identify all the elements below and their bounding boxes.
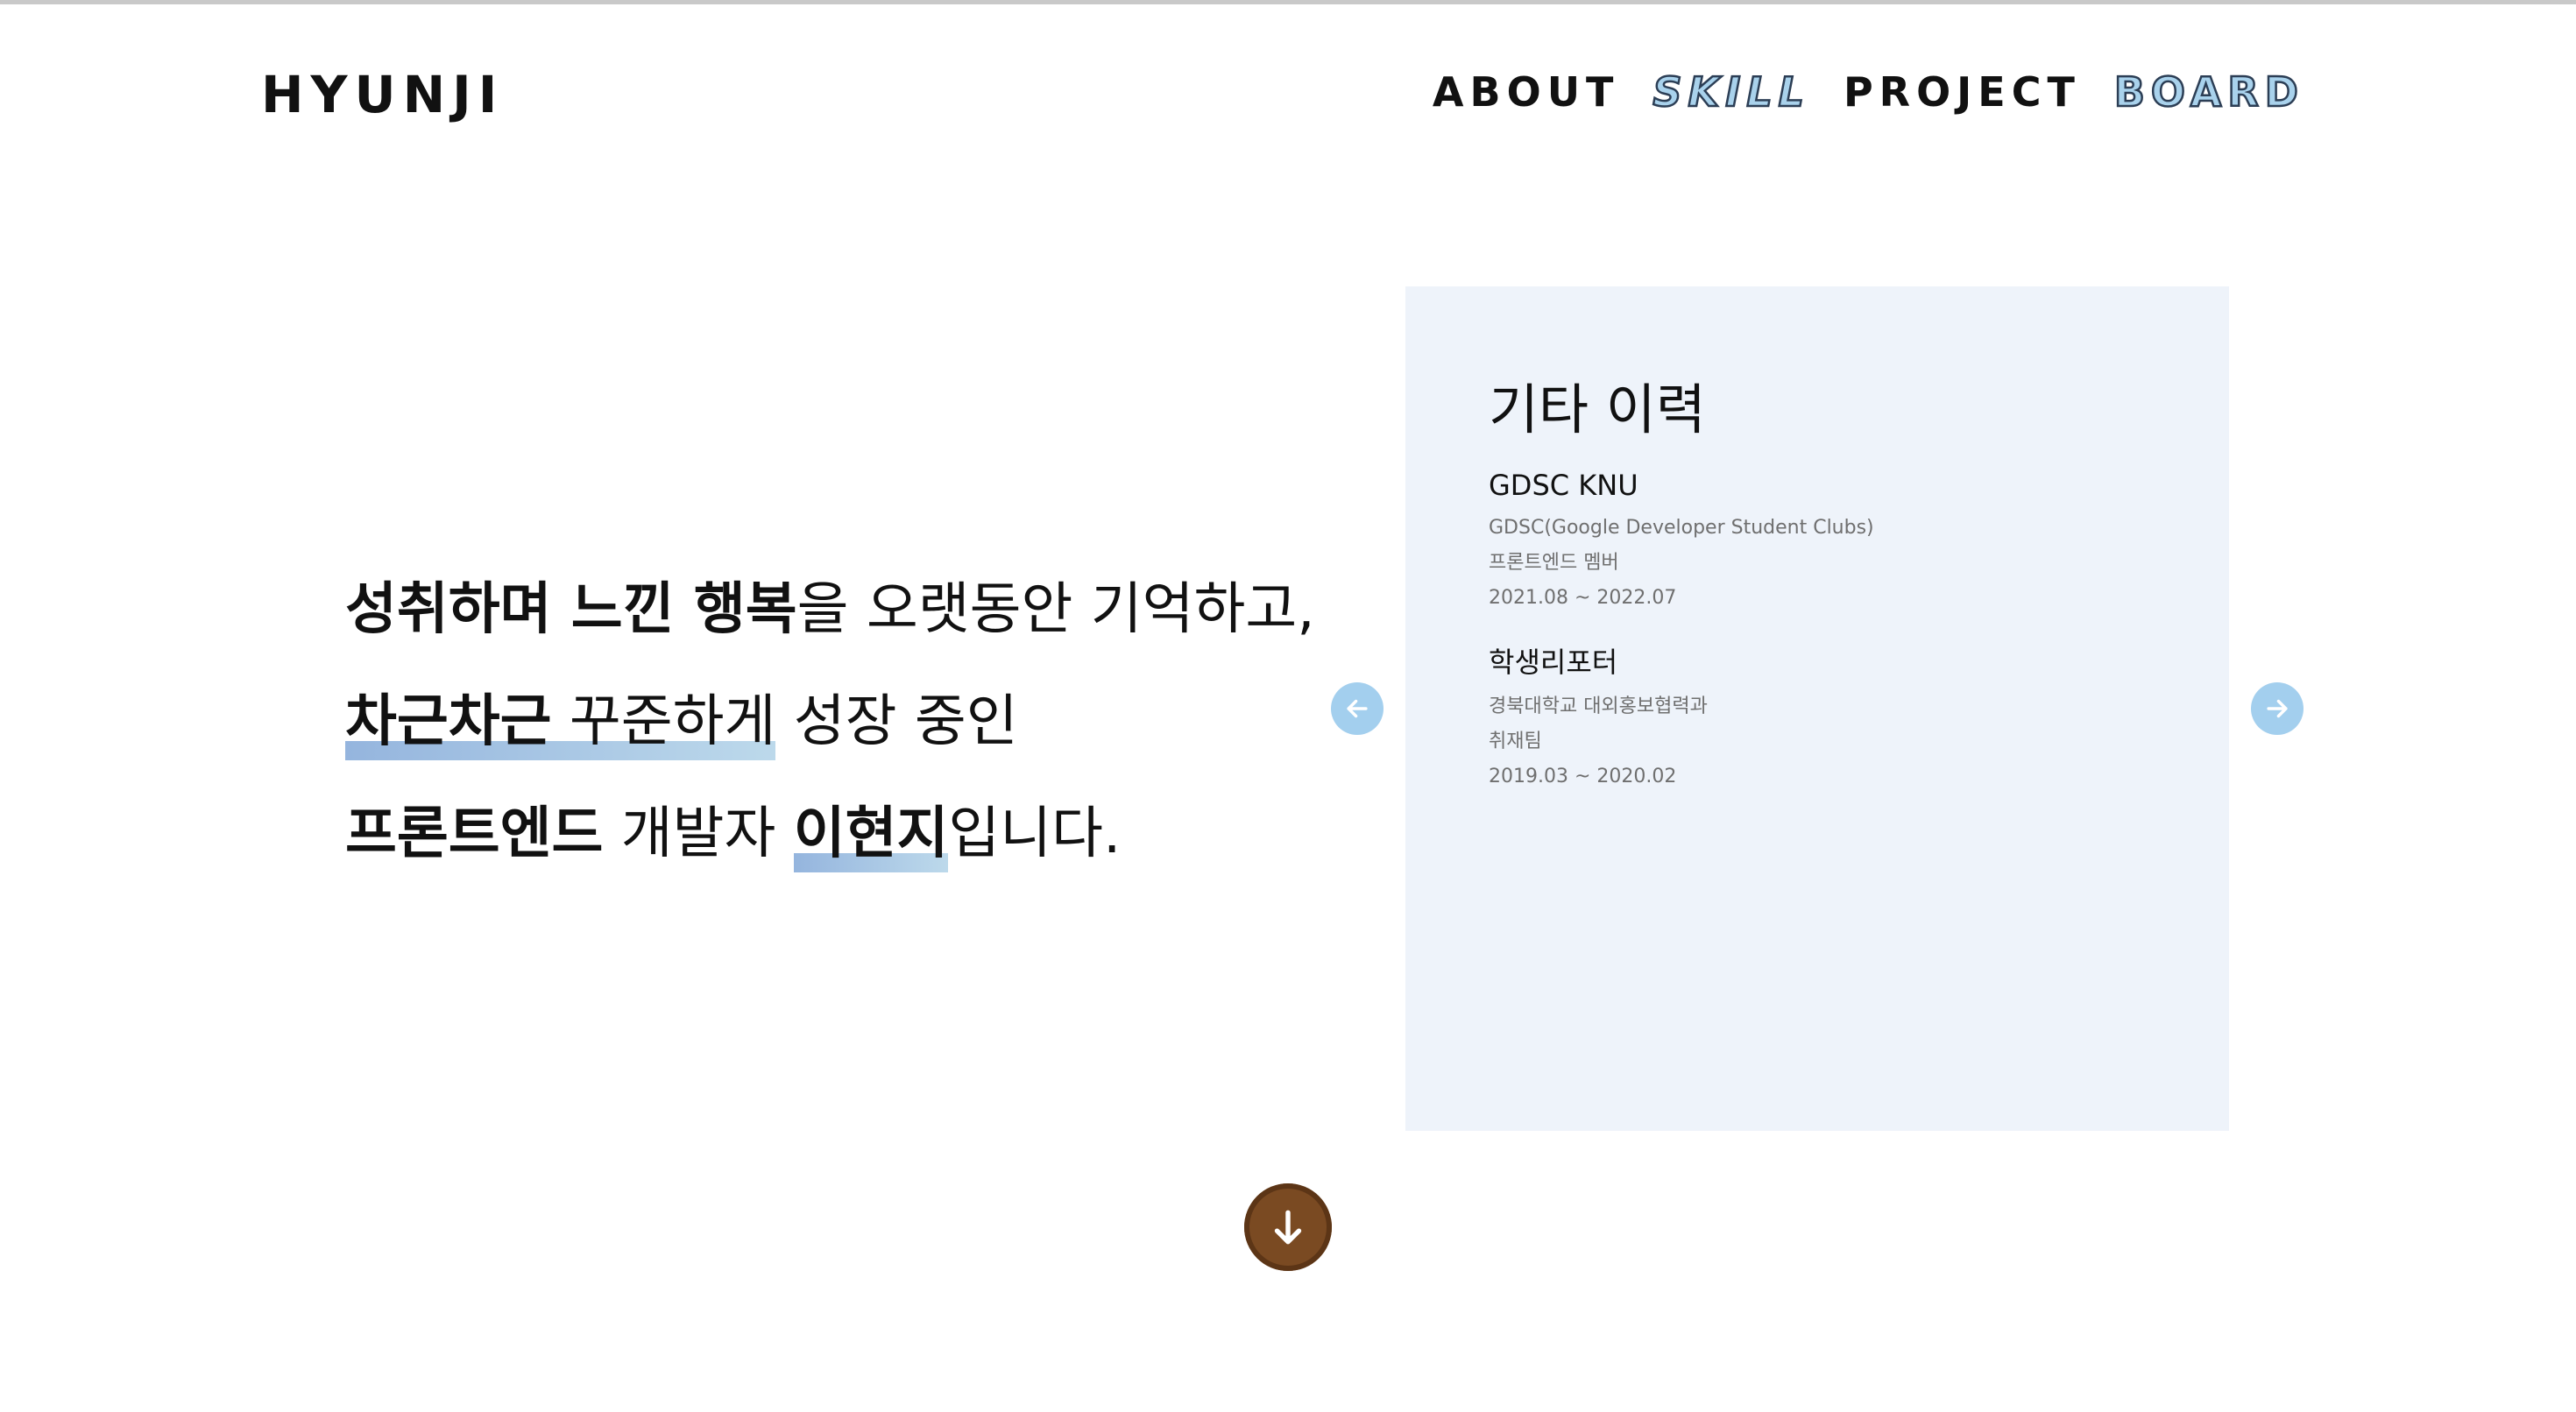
entry-period: 2021.08 ~ 2022.07 — [1489, 587, 1677, 609]
history-entry: GDSC KNU GDSC(Google Developer Student C… — [1489, 469, 1874, 616]
slider-prev-button[interactable] — [1331, 682, 1384, 735]
entry-detail: 취재팀 — [1489, 731, 1542, 752]
hero-text: 을 오랫동안 기억하고, — [796, 577, 1315, 642]
entry-detail: GDSC(Google Developer Student Clubs) — [1489, 517, 1874, 539]
hero-emphasis-frontend: 프론트엔드 — [345, 801, 604, 866]
site-logo[interactable]: HYUNJI — [261, 65, 504, 124]
entry-period: 2019.03 ~ 2020.02 — [1489, 766, 1677, 787]
hero-text: 입니다. — [948, 801, 1122, 866]
hero-emphasis-steady: 차근차근 — [345, 689, 552, 754]
arrow-right-icon — [2267, 699, 2288, 718]
entry-detail: 프론트엔드 멤버 — [1489, 552, 1619, 574]
nav-board[interactable]: BOARD — [2113, 67, 2304, 117]
hero-highlight-steady: 차근차근 꾸준하게 — [345, 666, 776, 778]
hero-line-3: 프론트엔드 개발자 이현지입니다. — [345, 778, 1344, 890]
history-entry: 학생리포터 경북대학교 대외홍보협력과 취재팀 2019.03 ~ 2020.0… — [1489, 640, 1708, 794]
arrow-down-icon — [1274, 1210, 1302, 1245]
nav-skill[interactable]: SKILL — [1652, 67, 1810, 117]
top-border — [0, 0, 2576, 4]
card-title: 기타 이력 — [1489, 378, 1706, 441]
arrow-left-icon — [1347, 699, 1368, 718]
hero-text: 성장 중인 — [775, 689, 1018, 754]
history-card: 기타 이력 GDSC KNU GDSC(Google Developer Stu… — [1405, 286, 2229, 1131]
hero-text: 개발자 — [603, 801, 794, 866]
nav-project[interactable]: PROJECT — [1844, 68, 2081, 116]
slider-next-button[interactable] — [2251, 682, 2304, 735]
hero-line-2: 차근차근 꾸준하게 성장 중인 — [345, 666, 1344, 778]
main-nav: ABOUT SKILL PROJECT BOARD — [1433, 67, 2304, 117]
hero-line-1: 성취하며 느낀 행복을 오랫동안 기억하고, — [345, 554, 1344, 666]
hero-text: 꾸준하게 — [551, 689, 776, 754]
hero-highlight-name: 이현지 — [793, 778, 949, 890]
entry-title: GDSC KNU — [1489, 469, 1638, 502]
scroll-down-button[interactable] — [1244, 1183, 1332, 1271]
hero-emphasis-name: 이현지 — [793, 801, 949, 866]
hero-emphasis-happiness: 성취하며 느낀 행복 — [345, 577, 797, 642]
entry-detail: 경북대학교 대외홍보협력과 — [1489, 695, 1708, 717]
hero-intro: 성취하며 느낀 행복을 오랫동안 기억하고, 차근차근 꾸준하게 성장 중인 프… — [345, 554, 1344, 890]
entry-title: 학생리포터 — [1489, 646, 1618, 679]
nav-about[interactable]: ABOUT — [1433, 68, 1620, 116]
